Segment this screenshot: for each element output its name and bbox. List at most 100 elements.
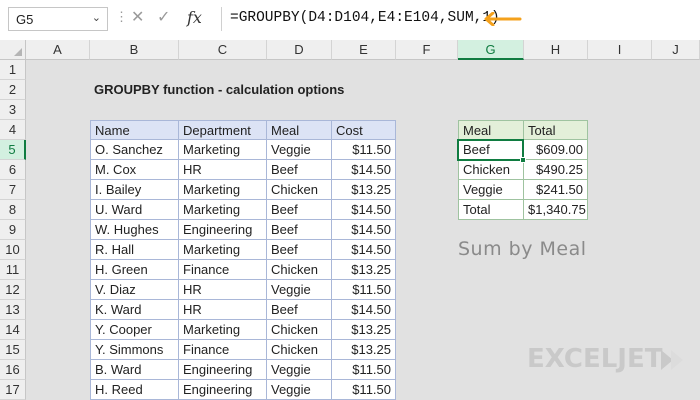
- chevron-down-icon[interactable]: ⌄: [92, 11, 101, 24]
- table-header-cell[interactable]: Cost: [332, 120, 396, 140]
- table-cell[interactable]: $14.50: [332, 300, 396, 320]
- table-cell[interactable]: Marketing: [179, 200, 267, 220]
- table-cell[interactable]: Beef: [267, 300, 332, 320]
- table-cell[interactable]: $14.50: [332, 240, 396, 260]
- result-header-cell[interactable]: Total: [524, 120, 588, 140]
- row-header-15[interactable]: 15: [0, 340, 26, 360]
- insert-function-icon[interactable]: fx: [187, 8, 202, 27]
- row-header-16[interactable]: 16: [0, 360, 26, 380]
- table-cell[interactable]: Marketing: [179, 320, 267, 340]
- table-cell[interactable]: HR: [179, 300, 267, 320]
- column-header-h[interactable]: H: [524, 40, 588, 60]
- column-header-e[interactable]: E: [332, 40, 396, 60]
- table-cell[interactable]: HR: [179, 160, 267, 180]
- table-cell[interactable]: Veggie: [267, 360, 332, 380]
- table-cell[interactable]: H. Green: [90, 260, 179, 280]
- table-cell[interactable]: Beef: [267, 200, 332, 220]
- sheet-title[interactable]: GROUPBY function - calculation options: [90, 80, 390, 100]
- column-header-j[interactable]: J: [652, 40, 700, 60]
- table-cell[interactable]: Chicken: [267, 340, 332, 360]
- row-header-14[interactable]: 14: [0, 320, 26, 340]
- table-cell[interactable]: Marketing: [179, 140, 267, 160]
- result-header-cell[interactable]: Meal: [458, 120, 524, 140]
- cancel-icon[interactable]: ✕: [131, 7, 144, 27]
- row-header-10[interactable]: 10: [0, 240, 26, 260]
- result-cell[interactable]: $241.50: [524, 180, 588, 200]
- table-cell[interactable]: $11.50: [332, 140, 396, 160]
- fill-handle[interactable]: [520, 157, 526, 163]
- result-cell[interactable]: Chicken: [458, 160, 524, 180]
- formula-input[interactable]: =GROUPBY(D4:D104,E4:E104,SUM,1): [221, 7, 694, 31]
- column-header-i[interactable]: I: [588, 40, 652, 60]
- table-cell[interactable]: Engineering: [179, 380, 267, 400]
- table-cell[interactable]: $13.25: [332, 340, 396, 360]
- table-cell[interactable]: O. Sanchez: [90, 140, 179, 160]
- result-cell[interactable]: Veggie: [458, 180, 524, 200]
- table-cell[interactable]: Chicken: [267, 180, 332, 200]
- table-cell[interactable]: K. Ward: [90, 300, 179, 320]
- result-cell[interactable]: $1,340.75: [524, 200, 588, 220]
- table-cell[interactable]: Veggie: [267, 140, 332, 160]
- table-cell[interactable]: V. Diaz: [90, 280, 179, 300]
- table-cell[interactable]: Beef: [267, 160, 332, 180]
- row-header-17[interactable]: 17: [0, 380, 26, 400]
- table-cell[interactable]: Beef: [267, 240, 332, 260]
- column-header-b[interactable]: B: [90, 40, 179, 60]
- row-header-1[interactable]: 1: [0, 60, 26, 80]
- row-header-8[interactable]: 8: [0, 200, 26, 220]
- column-header-g[interactable]: G: [458, 40, 524, 60]
- row-header-3[interactable]: 3: [0, 100, 26, 120]
- table-cell[interactable]: Marketing: [179, 240, 267, 260]
- table-cell[interactable]: Veggie: [267, 280, 332, 300]
- row-header-7[interactable]: 7: [0, 180, 26, 200]
- table-header-cell[interactable]: Name: [90, 120, 179, 140]
- column-header-f[interactable]: F: [396, 40, 458, 60]
- row-header-11[interactable]: 11: [0, 260, 26, 280]
- table-cell[interactable]: Engineering: [179, 360, 267, 380]
- table-cell[interactable]: $11.50: [332, 380, 396, 400]
- result-cell[interactable]: $490.25: [524, 160, 588, 180]
- table-cell[interactable]: I. Bailey: [90, 180, 179, 200]
- table-cell[interactable]: M. Cox: [90, 160, 179, 180]
- table-cell[interactable]: Finance: [179, 340, 267, 360]
- table-header-cell[interactable]: Department: [179, 120, 267, 140]
- row-header-2[interactable]: 2: [0, 80, 26, 100]
- table-cell[interactable]: Y. Simmons: [90, 340, 179, 360]
- table-cell[interactable]: Finance: [179, 260, 267, 280]
- table-cell[interactable]: Beef: [267, 220, 332, 240]
- result-cell[interactable]: Total: [458, 200, 524, 220]
- table-cell[interactable]: $14.50: [332, 200, 396, 220]
- table-header-cell[interactable]: Meal: [267, 120, 332, 140]
- row-header-12[interactable]: 12: [0, 280, 26, 300]
- row-header-5[interactable]: 5: [0, 140, 26, 160]
- table-cell[interactable]: $13.25: [332, 180, 396, 200]
- table-cell[interactable]: $14.50: [332, 220, 396, 240]
- column-header-d[interactable]: D: [267, 40, 332, 60]
- column-header-a[interactable]: A: [26, 40, 90, 60]
- table-cell[interactable]: $13.25: [332, 260, 396, 280]
- table-cell[interactable]: HR: [179, 280, 267, 300]
- table-cell[interactable]: Chicken: [267, 260, 332, 280]
- table-cell[interactable]: Marketing: [179, 180, 267, 200]
- table-cell[interactable]: Y. Cooper: [90, 320, 179, 340]
- confirm-icon[interactable]: ✓: [157, 7, 170, 27]
- row-header-6[interactable]: 6: [0, 160, 26, 180]
- name-box[interactable]: G5 ⌄: [8, 7, 108, 31]
- table-cell[interactable]: Engineering: [179, 220, 267, 240]
- table-cell[interactable]: Veggie: [267, 380, 332, 400]
- table-cell[interactable]: $13.25: [332, 320, 396, 340]
- active-cell-selection[interactable]: [457, 139, 526, 163]
- row-header-13[interactable]: 13: [0, 300, 26, 320]
- table-cell[interactable]: $11.50: [332, 360, 396, 380]
- table-cell[interactable]: W. Hughes: [90, 220, 179, 240]
- table-cell[interactable]: $11.50: [332, 280, 396, 300]
- table-cell[interactable]: $14.50: [332, 160, 396, 180]
- table-cell[interactable]: R. Hall: [90, 240, 179, 260]
- table-cell[interactable]: B. Ward: [90, 360, 179, 380]
- table-cell[interactable]: U. Ward: [90, 200, 179, 220]
- table-cell[interactable]: H. Reed: [90, 380, 179, 400]
- result-cell[interactable]: $609.00: [524, 140, 588, 160]
- select-all-corner[interactable]: [0, 40, 26, 60]
- column-header-c[interactable]: C: [179, 40, 267, 60]
- table-cell[interactable]: Chicken: [267, 320, 332, 340]
